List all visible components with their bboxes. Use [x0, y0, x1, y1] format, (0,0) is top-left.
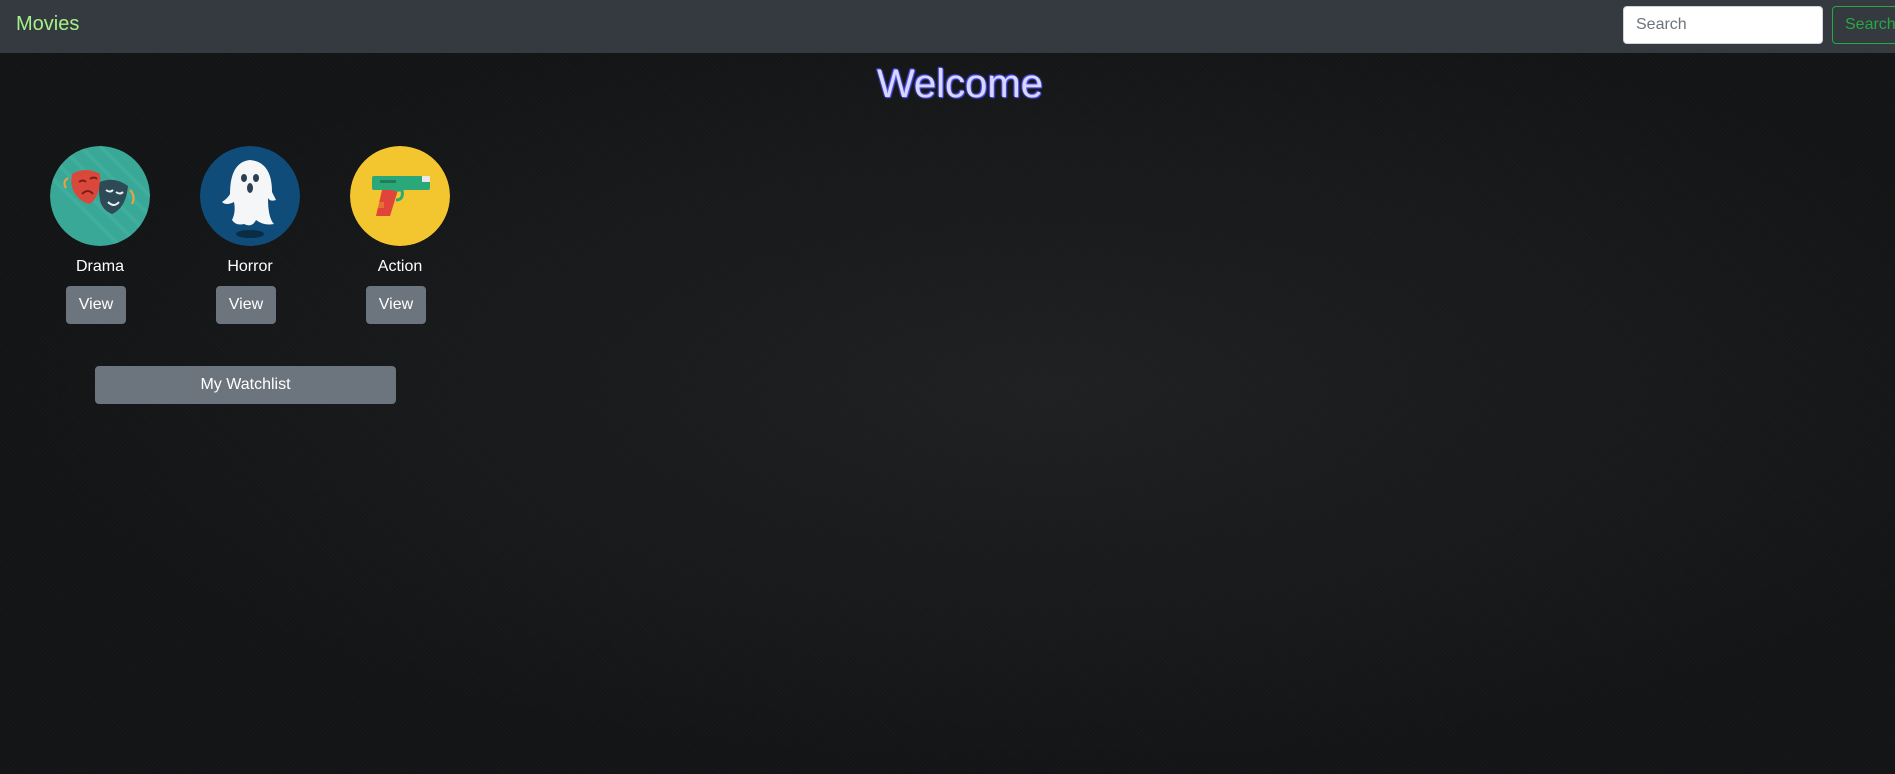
pistol-icon[interactable] — [350, 146, 450, 246]
genre-label: Action — [377, 258, 423, 275]
search-button[interactable]: Search — [1832, 6, 1895, 44]
view-action-button[interactable]: View — [366, 286, 426, 324]
brand-link[interactable]: Movies — [16, 13, 79, 36]
theater-masks-icon[interactable] — [50, 146, 150, 246]
genre-label: Horror — [227, 258, 273, 275]
ghost-icon[interactable] — [200, 146, 300, 246]
genre-card-action: Action — [350, 146, 450, 276]
page-title: Welcome — [877, 62, 1043, 106]
view-drama-button[interactable]: View — [66, 286, 126, 324]
genre-label: Drama — [75, 258, 124, 275]
genre-card-horror: Horror — [200, 146, 300, 276]
genre-card-drama: Drama — [50, 146, 150, 276]
view-horror-button[interactable]: View — [216, 286, 276, 324]
search-input[interactable] — [1623, 6, 1823, 44]
my-watchlist-button[interactable]: My Watchlist — [95, 366, 396, 404]
navbar: Movies Search — [0, 0, 1895, 53]
